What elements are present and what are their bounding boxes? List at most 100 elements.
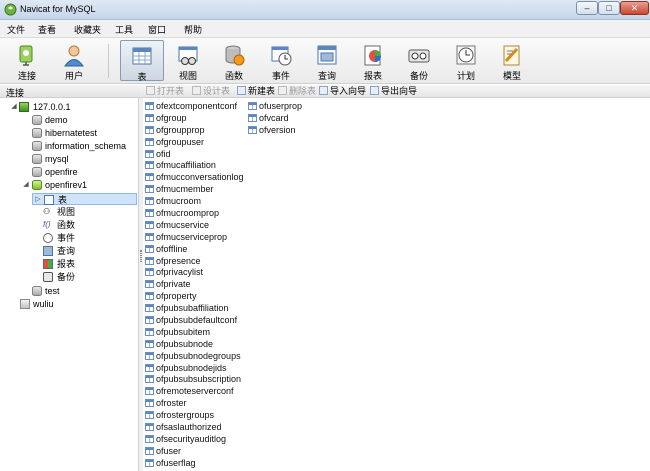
table-list-item[interactable]: ofsecurityauditlog (144, 433, 247, 445)
table-list-item[interactable]: ofproperty (144, 290, 247, 302)
table-list-item[interactable]: ofmucroomprop (144, 207, 247, 219)
table-list-item[interactable]: ofid (144, 148, 247, 160)
table-list-item[interactable]: ofuserflag (144, 457, 247, 469)
table-list-item[interactable]: ofpubsubitem (144, 326, 247, 338)
open-table-button[interactable]: 打开表 (146, 86, 184, 97)
table-list-item[interactable]: ofversion (247, 124, 357, 136)
table-folder-icon (44, 195, 54, 205)
menu-file[interactable]: 文件 (7, 23, 25, 36)
new-table-button[interactable]: 新建表 (237, 86, 275, 97)
menu-tools[interactable]: 工具 (115, 23, 133, 36)
view-label: 视图 (178, 71, 197, 81)
design-table-button[interactable]: 设计表 (192, 86, 230, 97)
tree-db-information-schema[interactable]: information_schema (32, 140, 132, 152)
minimize-button[interactable]: – (576, 1, 598, 15)
table-list-item[interactable]: ofgroupprop (144, 124, 247, 136)
table-button[interactable]: 表 (120, 40, 164, 82)
delete-table-button[interactable]: 删除表 (278, 86, 316, 97)
export-wizard-label: 导出向导 (381, 86, 418, 96)
table-list-item[interactable]: ofpubsubdefaultconf (144, 314, 247, 326)
schedule-button[interactable]: 计划 (444, 40, 488, 81)
table-list-item[interactable]: ofpubsubnodegroups (144, 350, 247, 362)
table-name: ofsaslauthorized (156, 422, 222, 433)
tree-server-label: 127.0.0.1 (33, 102, 71, 112)
table-name: ofsecurityauditlog (156, 433, 227, 444)
view-button[interactable]: 视图 (166, 40, 210, 81)
event-button[interactable]: 事件 (259, 40, 303, 81)
connect-button[interactable]: 连接 (5, 40, 49, 81)
model-button[interactable]: 模型 (490, 40, 534, 81)
tree-db-test[interactable]: test (32, 285, 132, 297)
backup-button[interactable]: 备份 (397, 40, 441, 81)
tree-item-backups[interactable]: 备份 (43, 271, 133, 283)
collapse-arrow-icon[interactable]: ◢ (10, 101, 18, 113)
table-list-item[interactable]: ofmucaffiliation (144, 159, 247, 171)
table-list-item[interactable]: ofgroupuser (144, 136, 247, 148)
tree-child-label: 视图 (57, 207, 76, 217)
table-list-item[interactable]: ofoffline (144, 243, 247, 255)
menu-favorites[interactable]: 收藏夹 (74, 23, 101, 36)
event-label: 事件 (271, 71, 290, 81)
menu-window[interactable]: 窗口 (148, 23, 166, 36)
connect-label: 连接 (17, 71, 36, 81)
menu-help[interactable]: 帮助 (184, 23, 202, 36)
table-icon (145, 256, 154, 265)
table-icon (145, 458, 154, 467)
user-button[interactable]: 用户 (52, 40, 96, 81)
table-icon (145, 423, 154, 432)
table-list-item[interactable]: ofmucroom (144, 195, 247, 207)
maximize-button[interactable]: □ (598, 1, 620, 15)
close-button[interactable]: ✕ (620, 1, 649, 15)
tree-item-tables[interactable]: ▷ 表 (32, 193, 137, 205)
tree-child-label: 表 (58, 195, 68, 205)
table-list-item[interactable]: ofpubsubaffiliation (144, 302, 247, 314)
table-list-item[interactable]: ofsaslauthorized (144, 421, 247, 433)
tree-item-reports[interactable]: 报表 (43, 258, 133, 270)
table-list-item[interactable]: ofpubsubsubscription (144, 373, 247, 385)
tree-item-events[interactable]: 事件 (43, 232, 133, 244)
new-table-icon (237, 86, 246, 95)
tree-server-wuliu[interactable]: wuliu (20, 298, 130, 310)
tree-db-hibernatetest[interactable]: hibernatetest (32, 127, 132, 139)
table-list-item[interactable]: ofmucconversationlog (144, 171, 247, 183)
table-list-item[interactable]: ofextcomponentconf (144, 100, 247, 112)
table-list-item[interactable]: ofremoteserverconf (144, 385, 247, 397)
tree-db-mysql[interactable]: mysql (32, 153, 132, 165)
table-list-item[interactable]: ofgroup (144, 112, 247, 124)
table-list-item[interactable]: ofvcard (247, 112, 357, 124)
table-list-item[interactable]: ofpresence (144, 255, 247, 267)
tree-child-label: 备份 (57, 272, 76, 282)
table-list-item[interactable]: ofprivacylist (144, 266, 247, 278)
table-list-item[interactable]: ofmucserviceprop (144, 231, 247, 243)
menu-view[interactable]: 查看 (38, 23, 56, 36)
function-button[interactable]: 函数 (212, 40, 256, 81)
tree-item-queries[interactable]: 查询 (43, 245, 133, 257)
tree-db-openfirev1[interactable]: ◢ openfirev1 (22, 179, 132, 191)
tree-server-node[interactable]: ◢ 127.0.0.1 (10, 101, 135, 113)
table-list-item[interactable]: ofuserprop (247, 100, 357, 112)
table-list-item[interactable]: ofuser (144, 445, 247, 457)
report-button[interactable]: 报表 (351, 40, 395, 81)
table-list-item[interactable]: ofmucservice (144, 219, 247, 231)
query-button[interactable]: 查询 (305, 40, 349, 81)
table-list-item[interactable]: ofpubsubnodejids (144, 362, 247, 374)
import-wizard-icon (319, 86, 328, 95)
import-wizard-button[interactable]: 导入向导 (319, 86, 366, 97)
splitter-grip-icon[interactable] (140, 250, 142, 262)
tree-db-label: information_schema (45, 141, 127, 151)
table-list-item[interactable]: ofroster (144, 397, 247, 409)
table-list-item[interactable]: ofmucmember (144, 183, 247, 195)
table-list-item[interactable]: ofpubsubnode (144, 338, 247, 350)
tree-item-views[interactable]: ⚇ 视图 (43, 206, 133, 218)
schedule-label: 计划 (456, 71, 475, 81)
table-list-item[interactable]: ofrostergroups (144, 409, 247, 421)
tree-db-openfire[interactable]: openfire (32, 166, 132, 178)
tree-db-demo[interactable]: demo (32, 114, 132, 126)
title-bar: Navicat for MySQL – □ ✕ (0, 0, 650, 20)
export-wizard-button[interactable]: 导出向导 (370, 86, 417, 97)
expand-arrow-icon[interactable]: ▷ (34, 194, 42, 206)
table-icon (145, 137, 154, 146)
collapse-arrow-icon[interactable]: ◢ (22, 179, 30, 191)
tree-item-functions[interactable]: f() 函数 (43, 219, 133, 231)
table-list-item[interactable]: ofprivate (144, 278, 247, 290)
